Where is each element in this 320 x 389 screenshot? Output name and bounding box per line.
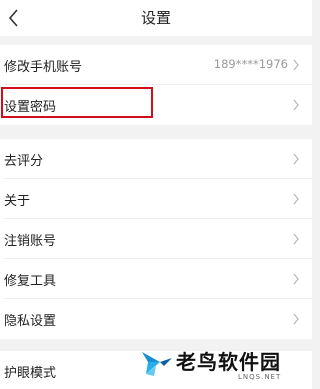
settings-row-label: 隐私设置 <box>4 314 57 329</box>
settings-row-privacy[interactable]: 隐私设置 <box>0 299 312 339</box>
watermark-brand: 老鸟软件园 <box>176 350 281 374</box>
settings-group-account: 修改手机账号 189****1976 设置密码 <box>0 45 312 125</box>
chevron-right-icon <box>293 59 299 71</box>
chevron-right-icon <box>293 153 299 165</box>
settings-row-label: 设置密码 <box>4 100 57 115</box>
settings-row-change-phone[interactable]: 修改手机账号 189****1976 <box>0 45 312 85</box>
settings-row-label: 修复工具 <box>4 274 57 289</box>
settings-row-rate[interactable]: 去评分 <box>0 139 312 179</box>
settings-row-repair-tool[interactable]: 修复工具 <box>0 259 312 299</box>
settings-row-label: 注销账号 <box>4 234 57 249</box>
phone-number-value: 189****1976 <box>213 57 288 71</box>
settings-row-about[interactable]: 关于 <box>0 179 312 219</box>
page-title: 设置 <box>140 9 171 27</box>
bird-logo-icon <box>142 352 172 376</box>
watermark-site: LNQS.NET <box>238 373 282 381</box>
settings-row-label: 去评分 <box>4 154 44 169</box>
chevron-right-icon <box>293 233 299 245</box>
chevron-right-icon <box>293 193 299 205</box>
settings-row-set-password[interactable]: 设置密码 <box>0 85 312 125</box>
section-gap <box>0 125 312 139</box>
section-gap <box>0 36 312 45</box>
settings-row-delete-account[interactable]: 注销账号 <box>0 219 312 259</box>
settings-row-label: 护眼模式 <box>4 366 57 381</box>
chevron-right-icon <box>293 313 299 325</box>
watermark-logo: 老鸟软件园 LNQS.NET <box>140 340 312 389</box>
nav-bar: 设置 <box>0 0 312 36</box>
settings-row-label: 关于 <box>4 194 31 209</box>
chevron-right-icon <box>293 273 299 285</box>
settings-row-label: 修改手机账号 <box>4 60 83 75</box>
settings-group-misc: 去评分 关于 注销账号 修复工具 隐私设置 <box>0 139 312 339</box>
chevron-right-icon <box>293 99 299 111</box>
